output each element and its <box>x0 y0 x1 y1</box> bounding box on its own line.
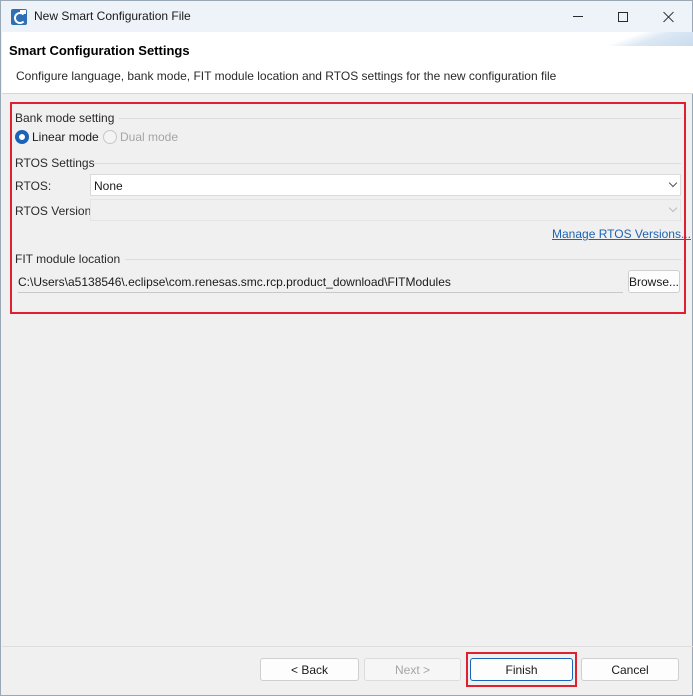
bank-mode-group-label: Bank mode setting <box>15 111 115 125</box>
linear-mode-label: Linear mode <box>32 130 99 144</box>
dialog-window: New Smart Configuration File Smart Confi… <box>0 0 693 696</box>
title-bar[interactable]: New Smart Configuration File <box>1 1 692 32</box>
maximize-button[interactable] <box>600 1 645 32</box>
dual-mode-radio[interactable]: Dual mode <box>103 130 178 144</box>
rtos-divider <box>94 163 681 164</box>
maximize-icon <box>617 11 628 22</box>
page-title: Smart Configuration Settings <box>9 43 190 58</box>
chevron-down-icon <box>668 178 678 188</box>
browse-button[interactable]: Browse... <box>628 270 680 293</box>
rtos-select[interactable]: None <box>90 174 681 196</box>
cancel-button[interactable]: Cancel <box>581 658 679 681</box>
window-title: New Smart Configuration File <box>34 9 191 23</box>
fit-divider <box>125 259 681 260</box>
rtos-select-value: None <box>94 179 123 193</box>
wizard-header: Smart Configuration Settings Configure l… <box>2 32 693 94</box>
next-button[interactable]: Next > <box>364 658 461 681</box>
page-description: Configure language, bank mode, FIT modul… <box>16 69 557 83</box>
dual-mode-label: Dual mode <box>120 130 179 144</box>
rtos-version-select[interactable] <box>90 199 681 221</box>
header-decoration <box>583 32 693 46</box>
rtos-label: RTOS: <box>15 179 52 193</box>
linear-mode-radio[interactable]: Linear mode <box>15 130 99 144</box>
minimize-icon <box>572 16 583 17</box>
rtos-group-label: RTOS Settings <box>15 156 95 170</box>
footer-divider <box>2 646 693 647</box>
rtos-version-label: RTOS Version: <box>15 204 95 218</box>
close-icon <box>663 11 675 23</box>
minimize-button[interactable] <box>555 1 600 32</box>
fit-location-input[interactable]: C:\Users\a5138546\.eclipse\com.renesas.s… <box>18 271 623 293</box>
back-button[interactable]: < Back <box>260 658 359 681</box>
renesas-smc-icon <box>11 9 27 25</box>
close-button[interactable] <box>646 1 691 32</box>
radio-unselected-icon <box>103 130 117 144</box>
manage-rtos-versions-link[interactable]: Manage RTOS Versions... <box>552 227 691 241</box>
radio-selected-icon <box>15 130 29 144</box>
chevron-down-icon <box>668 203 678 213</box>
fit-group-label: FIT module location <box>15 252 121 266</box>
finish-highlight-box <box>466 652 577 687</box>
bank-mode-divider <box>119 118 681 119</box>
